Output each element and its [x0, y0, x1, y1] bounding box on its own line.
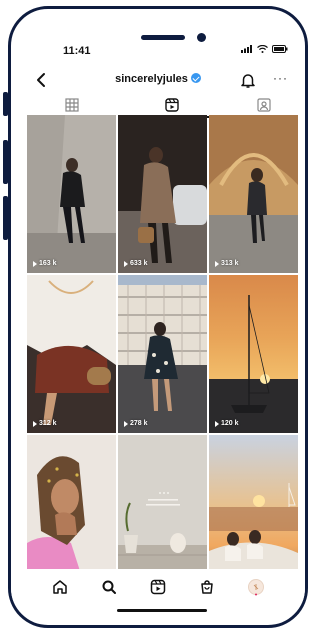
reel-image — [118, 275, 207, 433]
view-count: 313 k — [215, 260, 239, 267]
profile-icon — [248, 579, 265, 596]
profile-header: sincerelyjules ··· — [11, 63, 305, 97]
play-icon — [215, 260, 219, 267]
view-count-text: 120 k — [221, 420, 239, 427]
nav-search[interactable] — [98, 576, 120, 598]
reel-image — [118, 115, 207, 273]
grid-icon — [65, 98, 79, 112]
reel-image — [27, 115, 116, 273]
verified-badge-icon — [190, 73, 201, 83]
bell-icon — [241, 74, 255, 88]
nav-reels[interactable] — [147, 576, 169, 598]
play-icon — [215, 420, 219, 427]
username-text: sincerelyjules — [115, 73, 188, 85]
reel-thumbnail[interactable]: 120 k — [209, 275, 298, 433]
view-count: 633 k — [124, 260, 148, 267]
view-count-text: 313 k — [221, 260, 239, 267]
reel-image — [209, 115, 298, 273]
phone-frame: 11:41 sincerelyjules ··· 163 k 633 k 313… — [8, 6, 308, 628]
view-count-text: 312 k — [39, 420, 57, 427]
bottom-navigation — [11, 569, 305, 605]
play-icon — [33, 260, 37, 267]
home-indicator — [117, 609, 207, 612]
profile-username: sincerelyjules — [11, 73, 305, 85]
reels-grid: 163 k 633 k 313 k 312 k 278 k 120 k — [27, 115, 299, 593]
view-count-text: 278 k — [130, 420, 148, 427]
play-icon — [124, 260, 128, 267]
view-count: 278 k — [124, 420, 148, 427]
nav-profile[interactable] — [245, 576, 267, 598]
reel-thumbnail[interactable]: 312 k — [27, 275, 116, 433]
play-icon — [33, 420, 37, 427]
tagged-icon — [257, 98, 271, 112]
reels-tab-icon — [165, 98, 179, 112]
nav-shop[interactable] — [196, 576, 218, 598]
nav-home[interactable] — [49, 576, 71, 598]
tab-reels[interactable] — [127, 93, 217, 117]
view-count: 120 k — [215, 420, 239, 427]
shop-icon — [201, 580, 213, 594]
more-options-button[interactable]: ··· — [273, 71, 288, 85]
search-icon — [102, 580, 116, 594]
reel-thumbnail[interactable]: 163 k — [27, 115, 116, 273]
view-count-text: 163 k — [39, 260, 57, 267]
status-icons — [241, 45, 288, 53]
reel-thumbnail[interactable]: 278 k — [118, 275, 207, 433]
signal-icon — [241, 45, 252, 53]
play-icon — [124, 420, 128, 427]
reel-image — [27, 275, 116, 433]
reel-thumbnail[interactable]: 633 k — [118, 115, 207, 273]
reel-thumbnail[interactable]: 313 k — [209, 115, 298, 273]
profile-tabs — [11, 93, 305, 118]
notifications-button[interactable] — [239, 71, 257, 89]
status-time: 11:41 — [63, 45, 91, 57]
wifi-icon — [257, 45, 268, 53]
home-icon — [52, 580, 67, 594]
reel-image — [209, 275, 298, 433]
battery-icon — [272, 45, 288, 53]
view-count: 163 k — [33, 260, 57, 267]
view-count-text: 633 k — [130, 260, 148, 267]
reels-icon — [150, 579, 166, 595]
tab-grid[interactable] — [27, 93, 117, 117]
view-count: 312 k — [33, 420, 57, 427]
tab-tagged[interactable] — [219, 93, 305, 117]
speaker-notch — [141, 35, 185, 40]
camera-dot — [197, 33, 206, 42]
